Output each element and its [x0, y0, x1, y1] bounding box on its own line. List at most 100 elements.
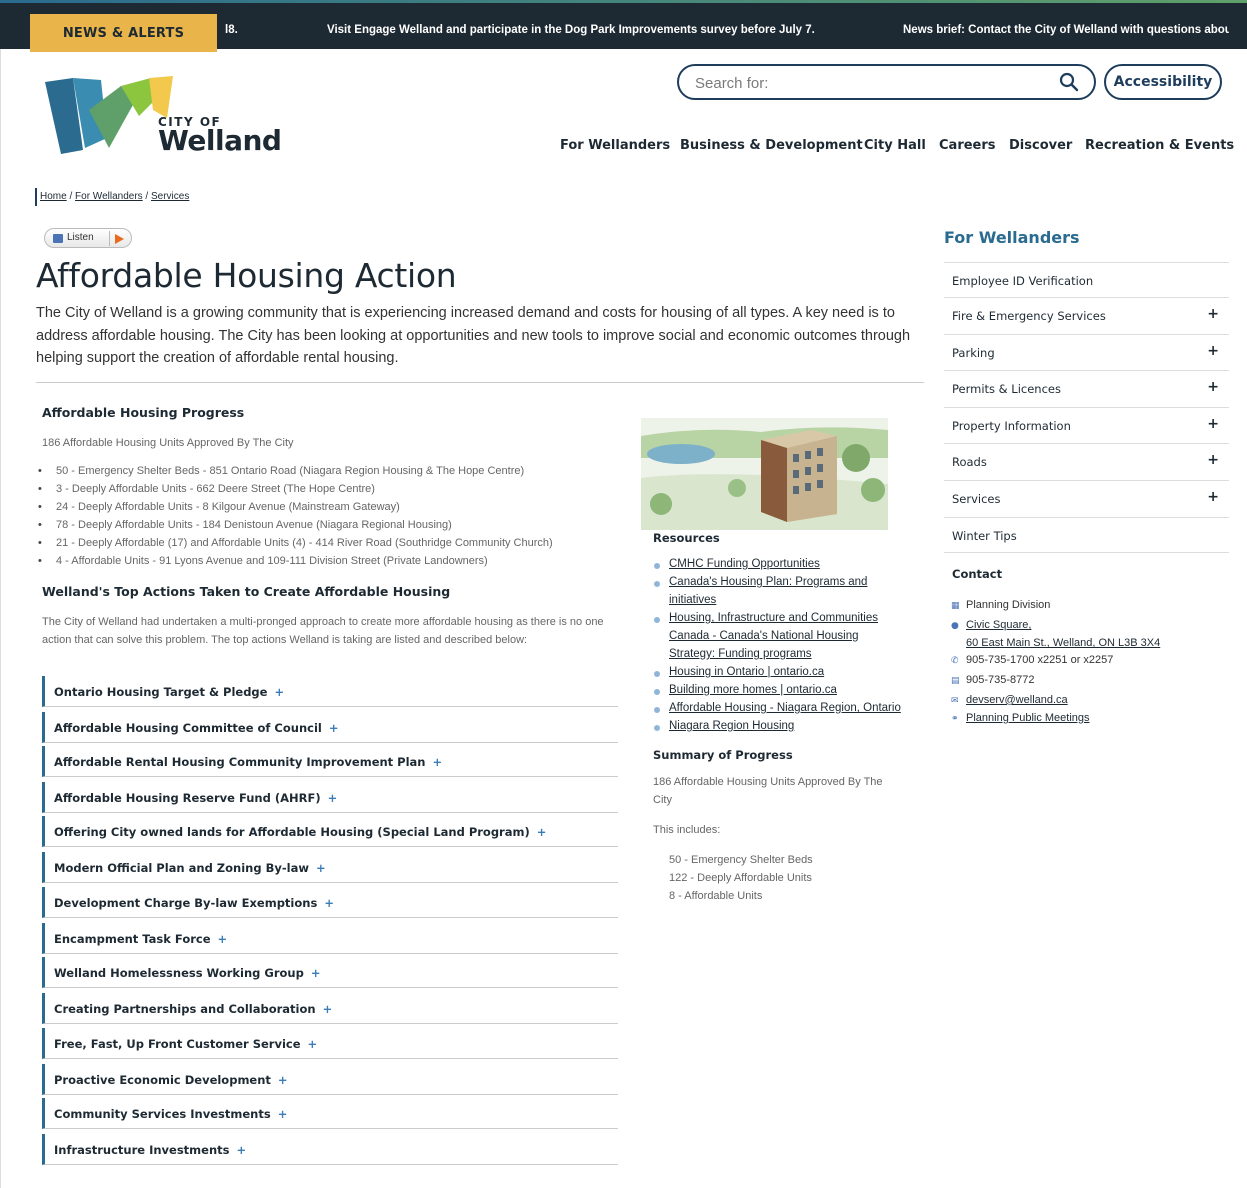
accordion-customer-service[interactable]: Free, Fast, Up Front Customer Service + [42, 1028, 618, 1059]
sidebar-item-winter-tips[interactable]: Winter Tips [944, 517, 1229, 553]
bullet-icon [654, 707, 660, 713]
accordion-infrastructure[interactable]: Infrastructure Investments + [42, 1134, 618, 1165]
expand-plus-icon: + [236, 1143, 247, 1157]
bullet-icon [654, 617, 660, 623]
summary-line: City [653, 794, 672, 806]
contact-fax: 905-735-8772 [966, 674, 1035, 686]
sidebar-item-fire-emergency[interactable]: Fire & Emergency Services + [944, 297, 1229, 333]
page-border [0, 49, 1, 1188]
sidebar-title[interactable]: For Wellanders [944, 228, 1080, 247]
listen-button[interactable]: Listen [44, 228, 132, 248]
expand-plus-icon: + [322, 1002, 333, 1016]
alert-ticker-item[interactable]: News brief: Contact the City of Welland … [903, 24, 1229, 36]
expand-plus-icon: + [277, 1107, 288, 1121]
nav-discover[interactable]: Discover [1009, 138, 1072, 153]
planning-meetings-link[interactable]: Planning Public Meetings [966, 712, 1090, 724]
play-icon[interactable] [115, 234, 124, 244]
resource-link-national-housing[interactable]: Housing, Infrastructure and Communities [669, 612, 878, 624]
bullet-icon [654, 725, 660, 731]
expand-plus-icon: + [310, 966, 321, 980]
expand-plus-icon: + [1207, 452, 1219, 468]
sidebar-item-roads[interactable]: Roads + [944, 443, 1229, 479]
resource-link-building-homes[interactable]: Building more homes | ontario.ca [669, 684, 837, 696]
accordion-economic-development[interactable]: Proactive Economic Development + [42, 1064, 618, 1095]
accordion-city-owned-lands[interactable]: Offering City owned lands for Affordable… [42, 816, 618, 847]
sidebar-item-services[interactable]: Services + [944, 480, 1229, 516]
contact-place-link[interactable]: Civic Square, [966, 619, 1031, 631]
nav-for-wellanders[interactable]: For Wellanders [560, 138, 670, 153]
expand-plus-icon: + [277, 1073, 288, 1087]
accessibility-button[interactable]: Accessibility [1104, 64, 1222, 100]
alert-ticker-item[interactable]: Visit Engage Welland and participate in … [327, 24, 815, 36]
expand-plus-icon: + [1207, 306, 1219, 322]
accordion-encampment-task-force[interactable]: Encampment Task Force + [42, 923, 618, 954]
expand-plus-icon: + [217, 932, 228, 946]
resources-heading: Resources [653, 531, 720, 545]
summary-line: 186 Affordable Housing Units Approved By… [653, 776, 883, 788]
breadcrumb-home[interactable]: Home [40, 191, 67, 202]
accordion-homelessness-group[interactable]: Welland Homelessness Working Group + [42, 957, 618, 988]
breadcrumb-services[interactable]: Services [151, 191, 189, 202]
contact-email-link[interactable]: devserv@welland.ca [966, 694, 1068, 706]
list-item: 50 - Emergency Shelter Beds - 851 Ontari… [38, 465, 524, 477]
accordion-official-plan[interactable]: Modern Official Plan and Zoning By-law + [42, 852, 618, 883]
resource-link-niagara-region[interactable]: Affordable Housing - Niagara Region, Ont… [669, 702, 901, 714]
housing-rendering-image [641, 418, 888, 530]
bullet-icon [654, 671, 660, 677]
listen-divider [109, 231, 110, 246]
news-alerts-bar: NEWS & ALERTS l8. Visit Engage Welland a… [0, 3, 1247, 52]
expand-plus-icon: + [432, 755, 443, 769]
nav-city-hall[interactable]: City Hall [864, 138, 926, 153]
expand-plus-icon: + [324, 896, 334, 910]
summary-includes: This includes: [653, 824, 721, 836]
accordion-dc-exemptions[interactable]: Development Charge By-law Exemptions + [42, 887, 618, 918]
search-icon[interactable] [1058, 71, 1080, 93]
actions-description: The City of Welland had undertaken a mul… [42, 616, 604, 646]
resource-link-national-housing[interactable]: Canada - Canada's National Housing [669, 630, 859, 642]
expand-plus-icon: + [1207, 489, 1219, 505]
bullet-icon [654, 689, 660, 695]
resource-link-cmhc[interactable]: CMHC Funding Opportunities [669, 558, 820, 570]
news-alerts-label[interactable]: NEWS & ALERTS [30, 14, 217, 52]
breadcrumb-for-wellanders[interactable]: For Wellanders [75, 191, 143, 202]
actions-heading: Welland's Top Actions Taken to Create Af… [42, 584, 451, 599]
list-item: 24 - Deeply Affordable Units - 8 Kilgour… [38, 501, 400, 513]
building-icon: ▦ [951, 601, 960, 611]
resource-link-national-housing[interactable]: Strategy: Funding programs [669, 648, 812, 660]
listen-label: Listen [67, 232, 94, 243]
accordion-partnerships[interactable]: Creating Partnerships and Collaboration + [42, 993, 618, 1024]
resource-link-housing-plan[interactable]: Canada's Housing Plan: Programs and [669, 576, 867, 588]
accordion-community-services[interactable]: Community Services Investments + [42, 1098, 618, 1129]
resource-link-housing-plan[interactable]: initiatives [669, 594, 716, 606]
accordion-rental-housing-cip[interactable]: Affordable Rental Housing Community Impr… [42, 746, 618, 777]
sidebar-item-permits[interactable]: Permits & Licences + [944, 370, 1229, 406]
resource-link-niagara-housing[interactable]: Niagara Region Housing [669, 720, 794, 732]
expand-plus-icon: + [307, 1037, 318, 1051]
progress-subtitle: 186 Affordable Housing Units Approved By… [42, 437, 294, 449]
alert-ticker-item[interactable]: l8. [225, 24, 238, 36]
accordion-ontario-housing-target[interactable]: Ontario Housing Target & Pledge + [42, 676, 618, 707]
summary-heading: Summary of Progress [653, 748, 793, 762]
expand-plus-icon: + [1207, 379, 1219, 395]
speaker-icon [53, 234, 63, 243]
list-item: 4 - Affordable Units - 91 Lyons Avenue a… [38, 555, 488, 567]
logo-welland: Welland [158, 124, 282, 157]
sidebar-item-employee-id[interactable]: Employee ID Verification [944, 262, 1229, 298]
progress-heading: Affordable Housing Progress [42, 405, 245, 420]
search-input[interactable] [695, 72, 1045, 94]
resource-link-housing-ontario[interactable]: Housing in Ontario | ontario.ca [669, 666, 824, 678]
expand-plus-icon: + [1207, 416, 1219, 432]
sidebar-item-parking[interactable]: Parking + [944, 334, 1229, 370]
page-title: Affordable Housing Action [36, 256, 457, 295]
contact-address-link[interactable]: 60 East Main St., Welland, ON L3B 3X4 [966, 637, 1160, 649]
nav-careers[interactable]: Careers [939, 138, 996, 153]
sidebar-item-property[interactable]: Property Information + [944, 407, 1229, 443]
contact-division: Planning Division [966, 599, 1051, 611]
accordion-reserve-fund[interactable]: Affordable Housing Reserve Fund (AHRF) + [42, 782, 618, 813]
accordion-housing-committee[interactable]: Affordable Housing Committee of Council + [42, 712, 618, 743]
nav-recreation-events[interactable]: Recreation & Events [1085, 138, 1234, 153]
search-box [677, 64, 1096, 100]
bullet-icon [654, 563, 660, 569]
list-item: 3 - Deeply Affordable Units - 662 Deere … [38, 483, 375, 495]
nav-business-development[interactable]: Business & Development [680, 138, 863, 153]
